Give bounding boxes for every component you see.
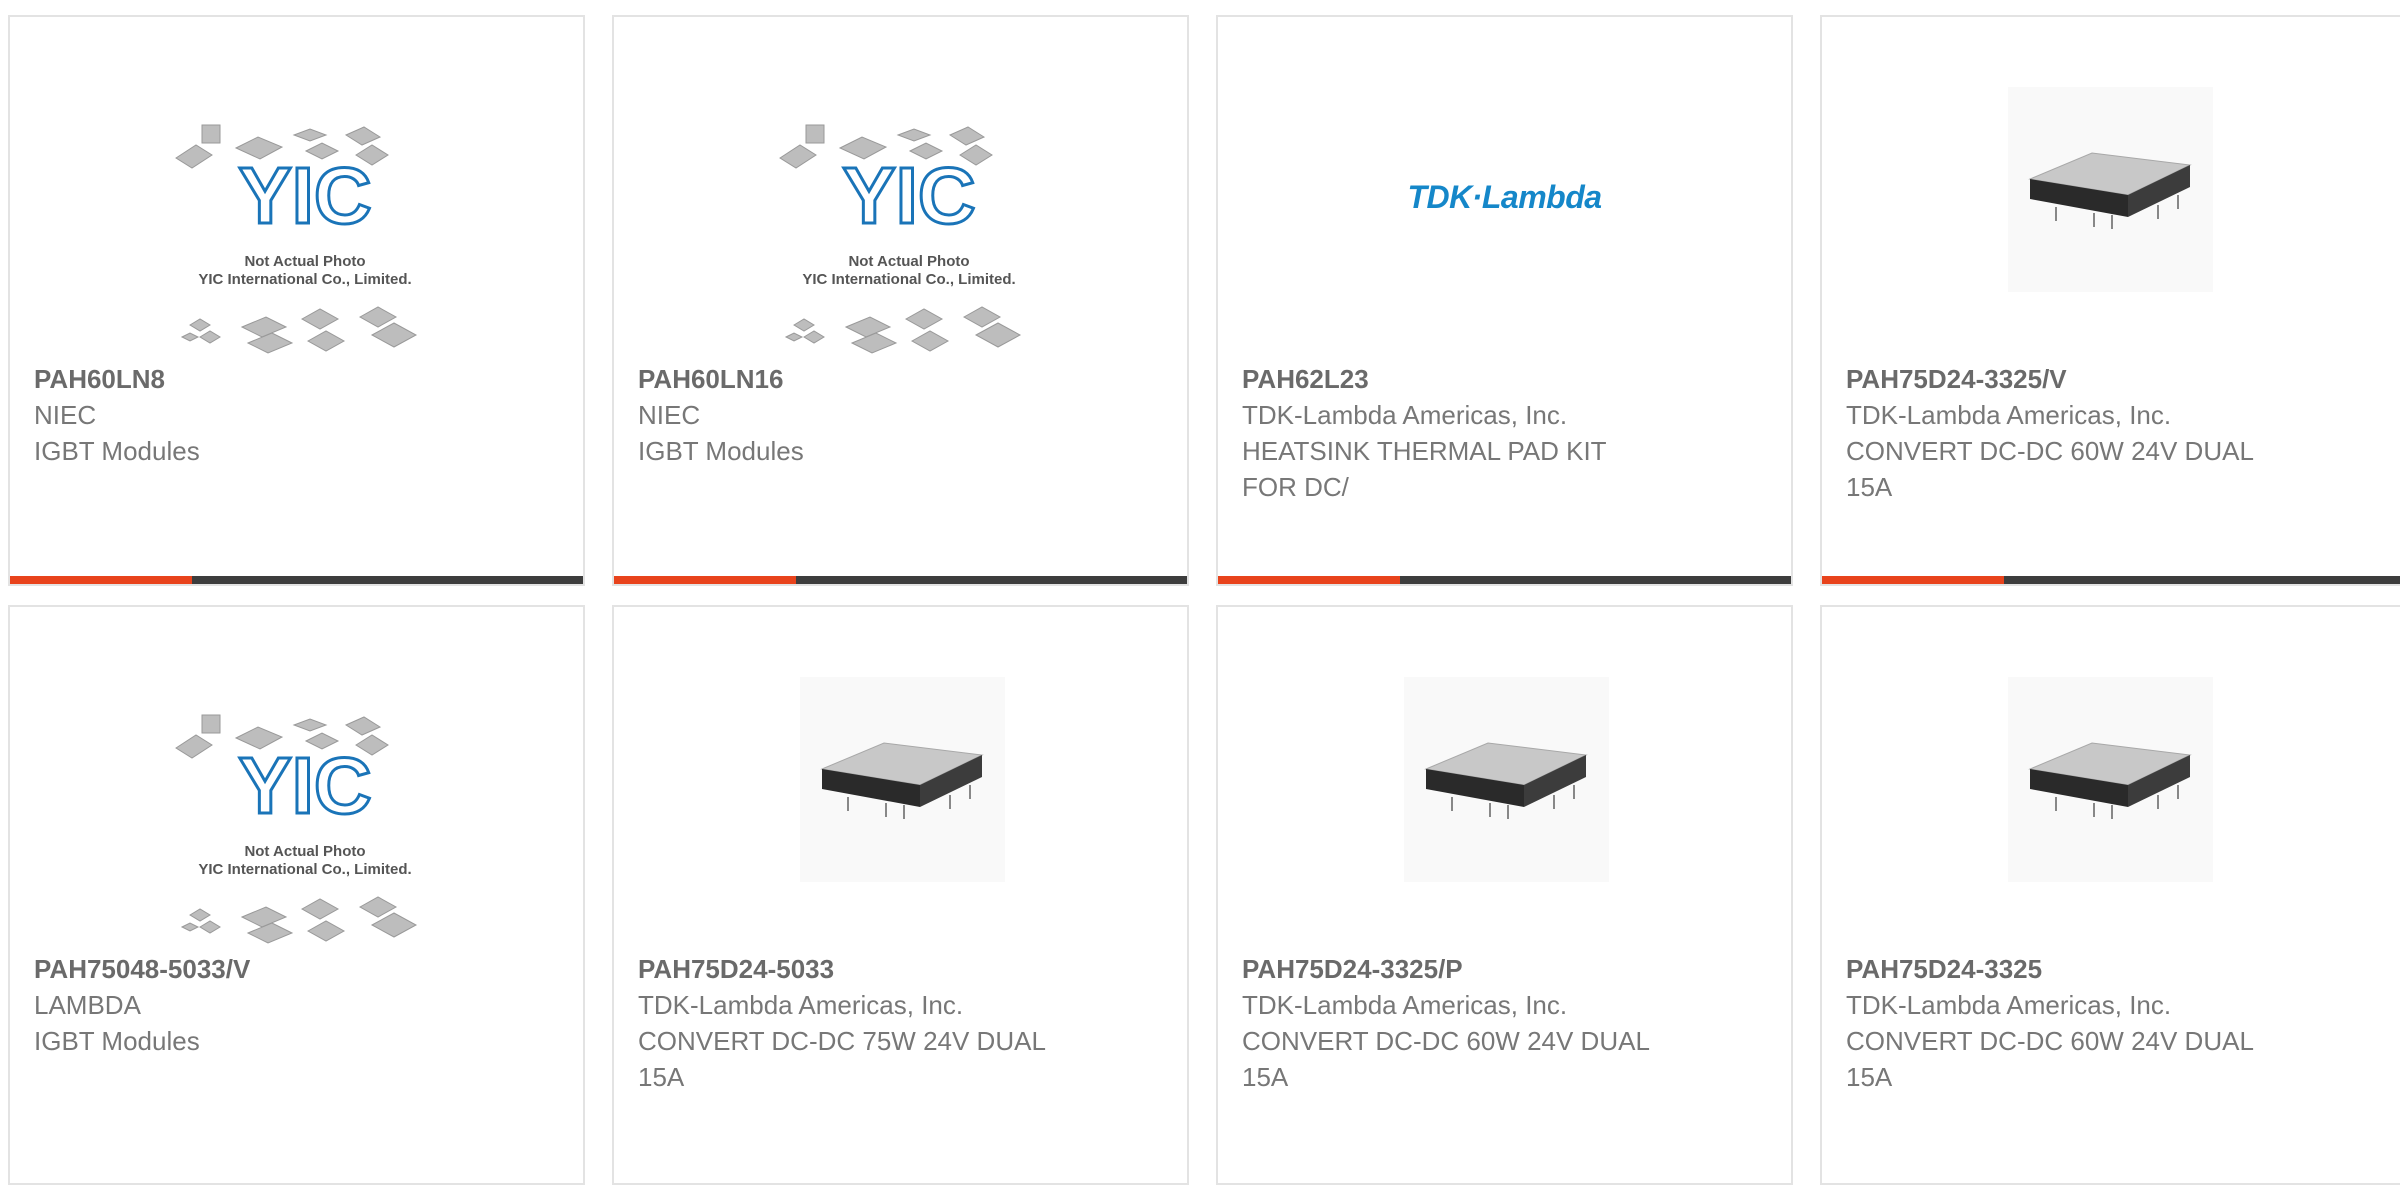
dc-dc-module-photo <box>2008 677 2213 882</box>
product-image[interactable] <box>1822 17 2400 357</box>
card-bottom-bar <box>1822 576 2400 584</box>
product-meta: PAH75D24-5033 TDK-Lambda Americas, Inc. … <box>638 951 1163 1095</box>
product-card[interactable]: TDK·Lambda PAH62L23 TDK-Lambda Americas,… <box>1216 15 1793 586</box>
product-card[interactable]: PAH75D24-5033 TDK-Lambda Americas, Inc. … <box>612 605 1189 1185</box>
part-number-link[interactable]: PAH75048-5033/V <box>34 951 559 987</box>
product-image[interactable] <box>1822 607 2400 947</box>
description: IGBT Modules <box>638 436 804 466</box>
placeholder-caption-2: YIC International Co., Limited. <box>198 271 412 288</box>
product-card[interactable]: PAH75D24-3325 TDK-Lambda Americas, Inc. … <box>1820 605 2400 1185</box>
product-card[interactable]: PAH75D24-3325/P TDK-Lambda Americas, Inc… <box>1216 605 1793 1185</box>
description: CONVERT DC-DC 75W 24V DUAL 15A <box>638 1026 1045 1092</box>
product-grid: YIC Not Actual Photo YIC International C… <box>0 0 2400 1185</box>
yic-placeholder-image: YIC Not Actual Photo YIC International C… <box>170 113 440 358</box>
product-image[interactable]: YIC Not Actual Photo YIC International C… <box>614 17 1187 357</box>
product-card[interactable]: YIC Not Actual Photo YIC International C… <box>8 15 585 586</box>
card-accent <box>1822 576 2004 584</box>
description: CONVERT DC-DC 60W 24V DUAL 15A <box>1846 1026 2253 1092</box>
card-accent <box>10 576 192 584</box>
placeholder-caption-1: Not Actual Photo <box>244 843 366 860</box>
dc-dc-module-photo <box>1404 677 1609 882</box>
product-image[interactable] <box>614 607 1187 947</box>
yic-placeholder-image: YIC Not Actual Photo YIC International C… <box>170 703 440 948</box>
part-number-link[interactable]: PAH75D24-3325/V <box>1846 361 2384 397</box>
part-number-link[interactable]: PAH75D24-3325/P <box>1242 951 1767 987</box>
description: HEATSINK THERMAL PAD KIT FOR DC/ <box>1242 436 1607 502</box>
svg-text:YIC: YIC <box>238 151 371 240</box>
part-number-link[interactable]: PAH60LN16 <box>638 361 1163 397</box>
manufacturer: TDK-Lambda Americas, Inc. <box>1242 400 1568 430</box>
description: CONVERT DC-DC 60W 24V DUAL 15A <box>1242 1026 1649 1092</box>
manufacturer: NIEC <box>34 400 97 430</box>
placeholder-caption-2: YIC International Co., Limited. <box>198 861 412 878</box>
product-meta: PAH75D24-3325/P TDK-Lambda Americas, Inc… <box>1242 951 1767 1095</box>
description: IGBT Modules <box>34 436 200 466</box>
manufacturer: TDK-Lambda Americas, Inc. <box>1242 990 1568 1020</box>
dc-dc-module-photo <box>2008 87 2213 292</box>
product-meta: PAH75048-5033/V LAMBDA IGBT Modules <box>34 951 559 1059</box>
svg-text:YIC: YIC <box>238 741 371 830</box>
description: CONVERT DC-DC 60W 24V DUAL 15A <box>1846 436 2253 502</box>
product-card[interactable]: YIC Not Actual Photo YIC International C… <box>8 605 585 1185</box>
card-bottom-bar <box>1218 576 1791 584</box>
card-bottom-bar <box>614 576 1187 584</box>
placeholder-caption-2: YIC International Co., Limited. <box>802 271 1016 288</box>
manufacturer: LAMBDA <box>34 990 141 1020</box>
product-image[interactable]: TDK·Lambda <box>1218 17 1791 357</box>
part-number-link[interactable]: PAH75D24-5033 <box>638 951 1163 987</box>
card-accent <box>1218 576 1400 584</box>
manufacturer: TDK-Lambda Americas, Inc. <box>1846 990 2172 1020</box>
dc-dc-module-photo <box>800 677 1005 882</box>
product-image[interactable]: YIC Not Actual Photo YIC International C… <box>10 17 583 357</box>
manufacturer: TDK-Lambda Americas, Inc. <box>638 990 964 1020</box>
card-accent <box>614 576 796 584</box>
svg-text:YIC: YIC <box>842 151 975 240</box>
description: IGBT Modules <box>34 1026 200 1056</box>
product-card[interactable]: YIC Not Actual Photo YIC International C… <box>612 15 1189 586</box>
card-bottom-bar <box>10 576 583 584</box>
manufacturer: TDK-Lambda Americas, Inc. <box>1846 400 2172 430</box>
yic-placeholder-image: YIC Not Actual Photo YIC International C… <box>774 113 1044 358</box>
product-meta: PAH75D24-3325/V TDK-Lambda Americas, Inc… <box>1846 361 2384 505</box>
part-number-link[interactable]: PAH62L23 <box>1242 361 1767 397</box>
part-number-link[interactable]: PAH75D24-3325 <box>1846 951 2384 987</box>
placeholder-caption-1: Not Actual Photo <box>848 253 970 270</box>
product-image[interactable] <box>1218 607 1791 947</box>
product-meta: PAH75D24-3325 TDK-Lambda Americas, Inc. … <box>1846 951 2384 1095</box>
product-meta: PAH60LN16 NIEC IGBT Modules <box>638 361 1163 469</box>
tdk-lambda-logo: TDK·Lambda <box>1407 179 1602 215</box>
part-number-link[interactable]: PAH60LN8 <box>34 361 559 397</box>
product-image[interactable]: YIC Not Actual Photo YIC International C… <box>10 607 583 947</box>
placeholder-caption-1: Not Actual Photo <box>244 253 366 270</box>
manufacturer: NIEC <box>638 400 701 430</box>
product-meta: PAH62L23 TDK-Lambda Americas, Inc. HEATS… <box>1242 361 1767 505</box>
product-card[interactable]: PAH75D24-3325/V TDK-Lambda Americas, Inc… <box>1820 15 2400 586</box>
product-meta: PAH60LN8 NIEC IGBT Modules <box>34 361 559 469</box>
